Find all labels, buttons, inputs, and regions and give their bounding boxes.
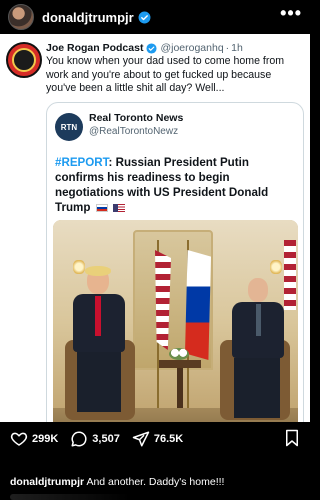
bookmark-icon [286, 429, 298, 446]
post-header: donaldjtrumpjr ••• [0, 0, 310, 34]
quote-handle: @RealTorontoNewz [89, 126, 179, 137]
more-options-button[interactable]: ••• [280, 4, 302, 30]
avatar[interactable] [8, 4, 34, 30]
comment-icon [71, 431, 87, 447]
caption-text: And another. Daddy's home!!! [86, 476, 225, 488]
news-photo [53, 220, 298, 422]
tweet-header: Joe Rogan Podcast @joeroganhq · 1h [46, 42, 306, 54]
action-bar: 299K 3,507 76.5K [0, 426, 310, 452]
caption-username[interactable]: donaldjtrumpjr [10, 476, 84, 488]
separator-dot: · [225, 42, 230, 54]
usa-flag-icon [112, 203, 125, 212]
russia-flag-icon [95, 203, 108, 212]
quote-text: #REPORT: Russian President Putin confirm… [55, 155, 299, 215]
quote-hashtag: #REPORT [55, 156, 109, 169]
verified-badge-icon [138, 11, 151, 24]
send-icon [132, 431, 150, 447]
share-count: 76.5K [153, 433, 184, 445]
tweet-text: You know when your dad used to come home… [46, 55, 285, 94]
person-right [224, 278, 290, 418]
tweet-handle: @joeroganhq [160, 42, 224, 54]
username[interactable]: donaldjtrumpjr [42, 10, 134, 25]
post-media[interactable]: Joe Rogan Podcast @joeroganhq · 1h You k… [0, 34, 310, 422]
post-caption: donaldjtrumpjr And another. Daddy's home… [10, 476, 224, 488]
tweet-time: 1h [231, 42, 243, 54]
tweet-author-name: Joe Rogan Podcast [46, 42, 144, 54]
like-count: 299K [32, 433, 59, 445]
quoted-tweet: RTN Real Toronto News @RealTorontoNewz #… [46, 102, 304, 422]
faded-text [10, 494, 130, 500]
heart-icon [10, 432, 28, 446]
tweet-avatar [6, 42, 42, 78]
comment-button[interactable]: 3,507 [70, 430, 120, 448]
share-button[interactable]: 76.5K [132, 430, 183, 448]
save-button[interactable] [284, 429, 300, 450]
quote-avatar: RTN [55, 113, 83, 141]
quote-author-name: Real Toronto News [89, 112, 184, 124]
like-button[interactable]: 299K [10, 430, 58, 448]
comment-count: 3,507 [92, 433, 120, 445]
person-left [67, 266, 131, 418]
tweet-verified-icon [146, 42, 157, 54]
